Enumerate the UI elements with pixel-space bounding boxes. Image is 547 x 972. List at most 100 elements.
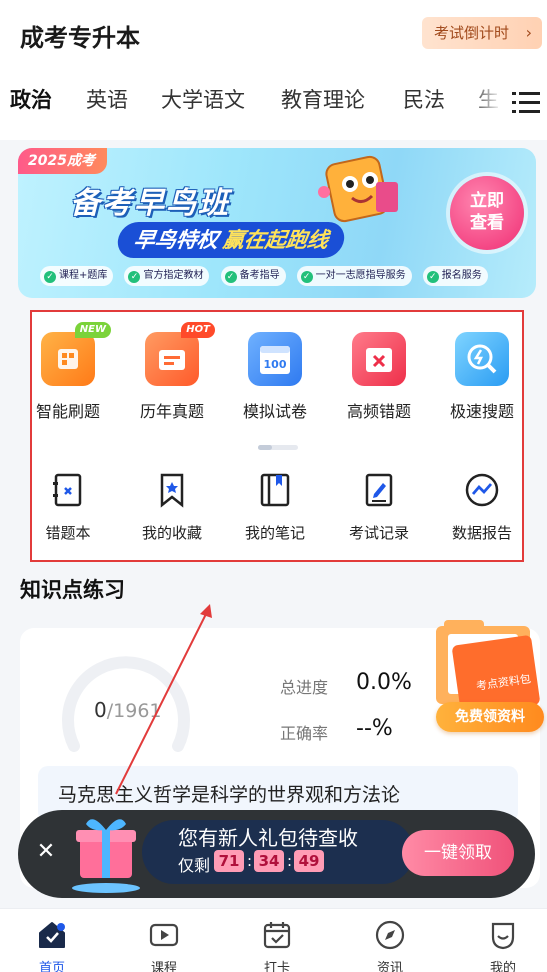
banner-subtitle: 早鸟特权 赢在起跑线 <box>115 222 347 258</box>
banner-tag: ✓ 报名服务 <box>422 266 488 286</box>
tab-college-chinese[interactable]: 大学语文 <box>161 84 245 114</box>
banner-tags: ✓ 课程+题库 ✓ 官方指定教材 ✓ 备考指导 ✓ 一对一志愿指导服务 ✓ 报名服务 <box>40 266 494 290</box>
tool-mock-exam[interactable]: 100 模拟试卷 <box>223 332 327 422</box>
claim-gift-button[interactable]: 一键领取 <box>402 830 514 876</box>
tab-education-theory[interactable]: 教育理论 <box>281 84 365 114</box>
countdown-separator: : <box>287 852 293 870</box>
progress-gauge <box>62 656 190 752</box>
gift-title: 您有新人礼包待查收 <box>178 826 358 850</box>
tool-past-papers[interactable]: HOT 历年真题 <box>120 322 224 422</box>
banner-cta-line1: 立即 <box>470 191 504 211</box>
banner-tag: ✓ 一对一志愿指导服务 <box>296 266 412 286</box>
gift-box-icon <box>72 819 140 893</box>
countdown-hours: 71 <box>214 850 244 872</box>
tool-frequent-mistakes[interactable]: 高频错题 <box>327 332 431 422</box>
tool-quick-search[interactable]: 极速搜题 <box>430 332 534 422</box>
page-indicator <box>258 445 298 450</box>
tabbar-label: 资讯 <box>376 961 403 972</box>
banner-subtitle-b: 赢在起跑线 <box>221 228 330 252</box>
exam-countdown-button[interactable]: 考试倒计时 › <box>422 17 542 49</box>
banner-tag: ✓ 课程+题库 <box>40 266 114 286</box>
tab-civil-law[interactable]: 民法 <box>403 84 445 114</box>
home-icon <box>39 922 65 948</box>
banner-year-tag: 2025成考 <box>18 148 107 174</box>
banner-subtitle-a: 早鸟特权 <box>132 228 220 252</box>
tool-smart-practice[interactable]: NEW 智能刷题 <box>16 322 120 422</box>
tool-label: 历年真题 <box>139 402 204 421</box>
notebook-icon <box>260 473 290 507</box>
check-icon: ✓ <box>224 271 237 283</box>
tool-mistake-book[interactable]: 错题本 <box>16 472 120 543</box>
check-icon: ✓ <box>128 271 141 283</box>
banner-title: 备考早鸟班 <box>70 186 230 221</box>
past-papers-icon: HOT <box>145 322 215 386</box>
tool-label: 极速搜题 <box>449 402 514 421</box>
tabbar-label: 首页 <box>38 961 65 972</box>
tool-data-report[interactable]: 数据报告 <box>430 472 534 543</box>
tool-exam-records[interactable]: 考试记录 <box>327 472 431 543</box>
frequent-mistakes-icon <box>352 332 406 386</box>
check-in-icon <box>263 922 291 949</box>
app-header: 成考专升本 考试倒计时 › 政治 英语 大学语文 教育理论 民法 生 <box>0 0 547 140</box>
hot-badge: HOT <box>181 322 215 338</box>
exam-countdown-label: 考试倒计时 <box>434 24 510 42</box>
bookmark-icon <box>160 473 184 508</box>
accuracy-label: 正确率 <box>280 724 329 743</box>
mistake-book-icon <box>53 473 82 507</box>
tab-fade <box>470 84 510 124</box>
tool-label: 错题本 <box>45 524 91 542</box>
banner-tag-text: 报名服务 <box>441 270 482 281</box>
promo-banner[interactable]: 2025成考 备考早鸟班 早鸟特权 赢在起跑线 立即 查看 ✓ 课程+题库 ✓ 官方… <box>18 148 536 298</box>
check-icon: ✓ <box>426 271 439 283</box>
tool-bookmarks[interactable]: 我的收藏 <box>120 472 224 543</box>
tabbar-home[interactable]: 首页 <box>17 919 87 972</box>
tab-politics[interactable]: 政治 <box>10 84 52 114</box>
free-materials-button[interactable]: 免费领资料 <box>436 702 544 732</box>
banner-tag-text: 官方指定教材 <box>143 270 204 281</box>
chevron-right-icon: › <box>525 23 532 42</box>
menu-icon[interactable] <box>512 90 540 116</box>
data-report-icon <box>465 473 499 507</box>
tools-grid: NEW 智能刷题 HOT 历年真题 100 模拟试卷 高频错题 极速搜题 错题本… <box>30 310 524 562</box>
tool-label: 高频错题 <box>346 402 411 421</box>
tabbar-label: 打卡 <box>263 961 290 972</box>
tabbar-profile[interactable]: 我的 <box>468 919 538 972</box>
total-count: /1961 <box>106 700 162 722</box>
news-compass-icon <box>375 920 405 950</box>
countdown-minutes: 34 <box>254 850 284 872</box>
tabbar-check-in[interactable]: 打卡 <box>242 919 312 972</box>
tabbar-news[interactable]: 资讯 <box>355 919 425 972</box>
banner-tag-text: 备考指导 <box>239 270 280 281</box>
quick-search-icon <box>455 332 509 386</box>
mascot-illustration <box>318 155 398 223</box>
course-icon <box>149 923 179 947</box>
bottom-tab-bar: 首页 课程 打卡 资讯 我的 <box>0 908 547 972</box>
close-icon[interactable]: ✕ <box>32 838 60 866</box>
banner-tag: ✓ 备考指导 <box>220 266 286 286</box>
check-icon: ✓ <box>44 271 56 283</box>
tool-label: 智能刷题 <box>35 402 100 421</box>
mock-exam-icon: 100 <box>248 332 302 386</box>
section-title: 知识点练习 <box>20 578 125 602</box>
page-title: 成考专升本 <box>20 24 140 52</box>
tool-label: 数据报告 <box>451 524 512 542</box>
banner-tag-text: 一对一志愿指导服务 <box>315 270 406 281</box>
tabbar-label: 我的 <box>489 961 516 972</box>
page-indicator-active <box>258 445 272 450</box>
banner-cta-line2: 查看 <box>470 213 504 233</box>
check-icon: ✓ <box>300 271 313 283</box>
tool-label: 我的笔记 <box>244 524 305 542</box>
tabbar-courses[interactable]: 课程 <box>129 919 199 972</box>
banner-tag: ✓ 官方指定教材 <box>124 266 210 286</box>
banner-view-now-button[interactable]: 立即 查看 <box>450 176 524 250</box>
new-user-gift-banner: ✕ 您有新人礼包待查收 仅剩 71 : 34 : 49 一键领取 <box>18 810 535 898</box>
smart-practice-icon: NEW <box>41 322 111 386</box>
profile-icon <box>491 922 515 950</box>
countdown-separator: : <box>247 852 253 870</box>
progress-value: 0.0% <box>356 670 412 695</box>
tool-label: 模拟试卷 <box>242 402 307 421</box>
tab-english[interactable]: 英语 <box>86 84 128 114</box>
new-badge: NEW <box>74 322 111 338</box>
progress-label: 总进度 <box>280 678 329 697</box>
tool-notes[interactable]: 我的笔记 <box>223 472 327 543</box>
